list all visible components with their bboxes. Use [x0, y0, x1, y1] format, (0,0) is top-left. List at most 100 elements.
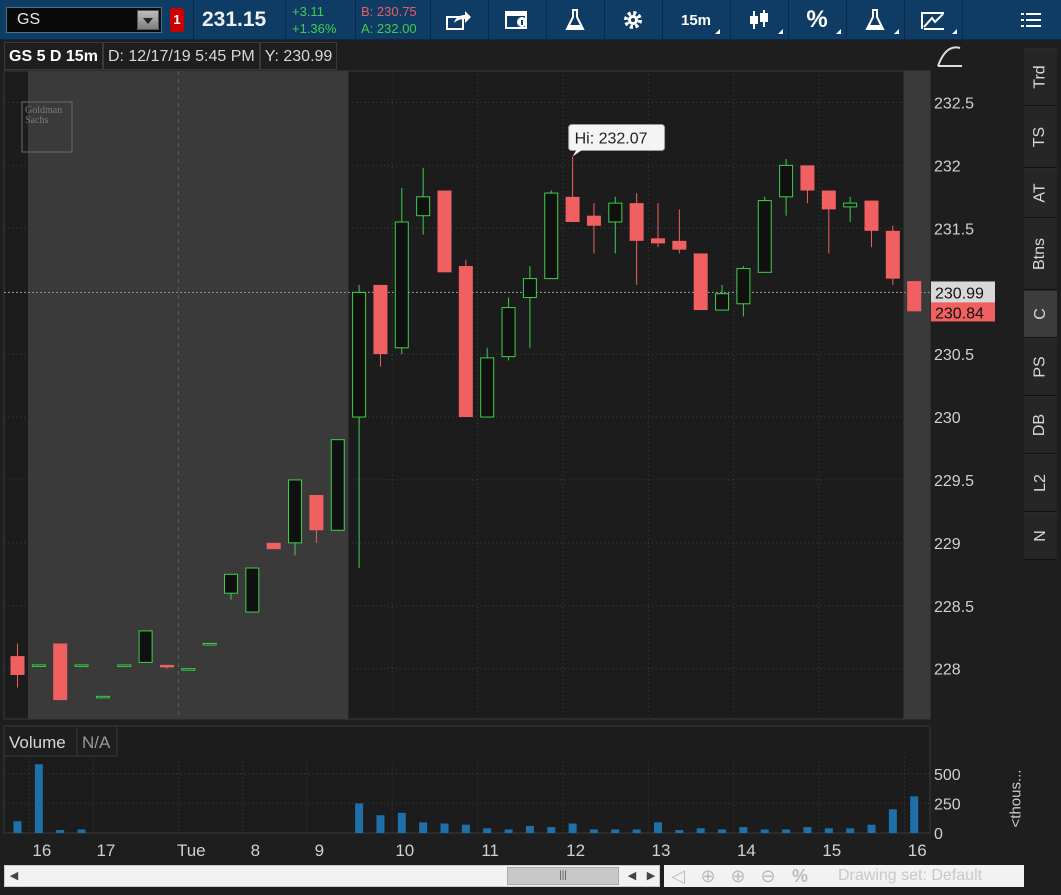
candle-body-down[interactable]	[53, 643, 68, 701]
candle-body-up[interactable]	[480, 357, 495, 418]
candle-body-up[interactable]	[715, 293, 730, 311]
scroll-left-arrow[interactable]: ◀	[5, 866, 23, 886]
time-axis-tick-label: 16	[32, 841, 51, 860]
flask-button[interactable]	[547, 0, 603, 40]
candle-body-down[interactable]	[885, 230, 900, 279]
candle-body-down[interactable]	[586, 215, 601, 226]
volume-bar	[56, 830, 65, 833]
candle-body-down[interactable]	[651, 238, 665, 244]
candle-body-up[interactable]	[779, 164, 794, 198]
candle-body-up[interactable]	[117, 664, 132, 667]
candle-body-up[interactable]	[202, 643, 217, 646]
tab-c[interactable]: C	[1024, 290, 1057, 338]
volume-bar	[419, 822, 428, 833]
tab-n[interactable]: N	[1024, 512, 1057, 560]
candle-body-up[interactable]	[501, 307, 516, 358]
candle-body-up[interactable]	[31, 664, 46, 667]
tab-ps[interactable]: PS	[1024, 338, 1057, 396]
drawings-button[interactable]	[905, 0, 961, 40]
candle-body-down[interactable]	[266, 542, 281, 550]
price-axis-tick-label: 229	[934, 536, 961, 553]
main-toolbar: GS 1 231.15 +3.11 +1.36% B: 230.75 A: 23…	[0, 0, 1061, 40]
candle-body-up[interactable]	[416, 196, 431, 217]
volume-bar	[568, 823, 577, 833]
candle-body-up[interactable]	[757, 200, 772, 273]
candle-body-up[interactable]	[352, 291, 367, 418]
alert-badge[interactable]: 1	[170, 8, 184, 32]
logo-text: Sachs	[25, 115, 48, 126]
candle-body-down[interactable]	[373, 284, 388, 355]
candle-body-up[interactable]	[843, 202, 858, 208]
volume-bar	[867, 824, 876, 833]
candle-body-up[interactable]	[181, 668, 196, 671]
info-window-button[interactable]	[489, 0, 545, 40]
time-axis-tick-label: 10	[395, 841, 414, 860]
candle-body-up[interactable]	[288, 479, 303, 544]
symbol-selector[interactable]: GS	[6, 7, 162, 33]
crosshair-date: D: 12/17/19 5:45 PM	[102, 42, 260, 70]
candle-body-down[interactable]	[693, 253, 708, 311]
candle-body-up[interactable]	[330, 439, 345, 531]
percent-scale-icon[interactable]: %	[788, 865, 812, 887]
tab-db[interactable]: DB	[1024, 396, 1057, 454]
scrollbar-thumb[interactable]: |||	[507, 867, 619, 885]
drawing-set-label[interactable]: Drawing set: Default	[838, 865, 982, 887]
share-icon	[446, 11, 471, 30]
candle-body-down[interactable]	[10, 656, 25, 675]
tab-trd[interactable]: Trd	[1024, 48, 1057, 106]
share-button[interactable]	[431, 0, 487, 40]
candle-body-down[interactable]	[629, 203, 644, 241]
crosshair-y-value: Y: 230.99	[259, 42, 338, 70]
candle-body-up[interactable]	[394, 221, 409, 349]
candle-body-down[interactable]	[907, 281, 922, 312]
chart-title[interactable]: GS 5 D 15m	[4, 42, 103, 70]
price-axis-tick-label: 228	[934, 662, 961, 679]
candle-body-down[interactable]	[672, 240, 687, 250]
tab-btns[interactable]: Btns	[1024, 218, 1057, 290]
candle-body-up[interactable]	[245, 567, 260, 613]
candle-body-up[interactable]	[736, 268, 751, 305]
candle-body-up[interactable]	[522, 278, 537, 298]
scroll-step-left-arrow[interactable]: ◀	[623, 866, 641, 886]
candle-body-up[interactable]	[74, 664, 89, 667]
settings-button[interactable]	[605, 0, 661, 40]
tab-ts[interactable]: TS	[1024, 106, 1057, 168]
time-axis-tick-label: 8	[251, 841, 260, 860]
chart-canvas[interactable]: VolumeN/A232.5232231.5231230.5230229.522…	[0, 40, 1024, 860]
volume-plot-area	[3, 725, 931, 834]
candle-body-up[interactable]	[95, 695, 110, 699]
studies-flask-icon	[865, 9, 885, 30]
tab-at[interactable]: AT	[1024, 168, 1057, 218]
candle-body-down[interactable]	[864, 200, 879, 231]
chart-style-button[interactable]	[731, 0, 787, 40]
candle-body-up[interactable]	[224, 573, 238, 594]
candle-body-down[interactable]	[565, 196, 580, 222]
menu-button[interactable]	[1003, 0, 1059, 40]
scroll-right-arrow[interactable]: ▶	[642, 866, 660, 886]
candle-body-up[interactable]	[138, 630, 153, 663]
volume-bar	[77, 829, 86, 833]
crosshair-icon[interactable]: ⊕	[696, 865, 720, 887]
menu-icon	[1021, 13, 1041, 27]
candle-body-up[interactable]	[608, 202, 623, 223]
symbol-dropdown-button[interactable]	[137, 10, 159, 30]
candle-body-down[interactable]	[437, 190, 452, 273]
percent-button[interactable]: %	[789, 0, 845, 40]
studies-button[interactable]	[847, 0, 903, 40]
timeframe-button[interactable]: 15m	[668, 0, 724, 40]
timeframe-label: 15m	[680, 11, 712, 29]
zoom-in-icon[interactable]: ⊕	[726, 865, 750, 887]
candle-body-down[interactable]	[821, 190, 836, 210]
chart-scrollbar[interactable]: ◀ ||| ◀ ▶	[4, 865, 660, 887]
candle-body-down[interactable]	[159, 664, 174, 668]
candle-body-down[interactable]	[800, 165, 815, 191]
zoom-out-icon[interactable]: ⊖	[756, 865, 780, 887]
volume-value: N/A	[82, 733, 111, 752]
candle-body-down[interactable]	[309, 495, 324, 531]
toolbar-separator	[285, 0, 286, 40]
tab-label: Trd	[1031, 65, 1049, 89]
candle-body-down[interactable]	[458, 266, 473, 418]
tab-l2[interactable]: L2	[1024, 454, 1057, 512]
candle-body-up[interactable]	[544, 192, 559, 280]
pan-left-icon[interactable]: ◁	[666, 865, 690, 887]
